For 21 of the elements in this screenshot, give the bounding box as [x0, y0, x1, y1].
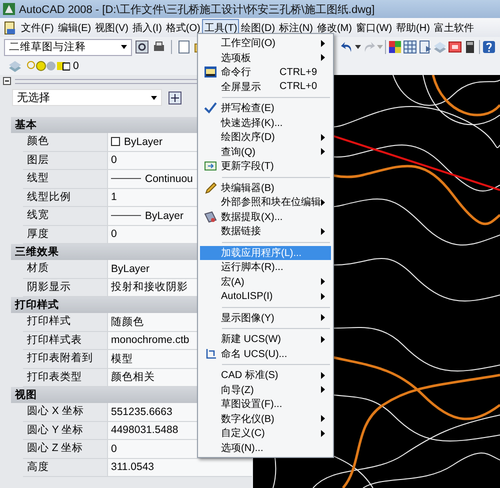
- menu-item[interactable]: 窗口(W): [354, 18, 394, 36]
- menu-item[interactable]: 命令行 CTRL+9: [200, 65, 331, 80]
- menu-item[interactable]: 修改(M): [314, 18, 354, 36]
- menu-item[interactable]: 帮助(H): [394, 18, 432, 36]
- layer-dropdown[interactable]: 0: [26, 59, 79, 73]
- menu-item[interactable]: 绘图(D): [239, 18, 278, 36]
- workspace-dropdown[interactable]: 二维草图与注释: [4, 38, 132, 56]
- selection-dropdown[interactable]: 无选择: [12, 89, 162, 106]
- menu-item[interactable]: 选项板: [200, 50, 331, 65]
- menu-item[interactable]: 全屏显示 CTRL+0: [200, 80, 331, 94]
- menu-item[interactable]: 插入(I): [130, 18, 164, 36]
- menu-item[interactable]: 编辑(E): [56, 18, 94, 36]
- menu-item[interactable]: 工作空间(O): [200, 36, 331, 50]
- menu-item[interactable]: 文件(F): [19, 18, 56, 36]
- menu-item[interactable]: 富土软件: [432, 18, 476, 36]
- menu-item[interactable]: 格式(O): [164, 18, 202, 36]
- menu-item[interactable]: 视图(V): [93, 18, 130, 36]
- window-title: AutoCAD 2008 - [D:\工作文件\三孔桥施工设计\怀安三孔桥\施工图纸.dwg]: [19, 2, 375, 16]
- property-value[interactable]: 311.0543: [108, 458, 252, 476]
- menu-item[interactable]: 拼写检查(E): [200, 101, 331, 116]
- menu-item[interactable]: 标注(N): [277, 18, 315, 36]
